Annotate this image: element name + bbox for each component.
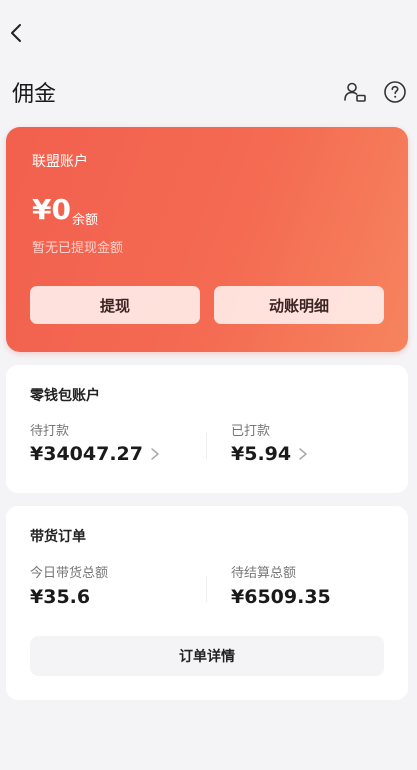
orders-card: 带货订单 今日带货总额 ¥35.6 待结算总额 ¥6509.35 订单详情 [6,506,408,700]
today-sales-label: 今日带货总额 [30,566,109,581]
pending-payment-value[interactable]: ¥34047.27 [30,443,161,465]
unsettled-total-value: ¥6509.35 [231,586,331,608]
help-icon[interactable] [383,80,407,104]
column-divider [206,576,207,602]
paid-value[interactable]: ¥5.94 [231,443,309,465]
transaction-details-button[interactable]: 动账明细 [214,286,384,324]
chevron-right-icon [151,448,159,460]
paid-amount: ¥5.94 [231,443,292,465]
page-title: 佣金 [12,82,57,107]
column-divider [206,433,207,459]
pending-payment-label: 待打款 [30,424,70,439]
paid-label: 已打款 [231,424,271,439]
chevron-right-icon [299,448,307,460]
alliance-balance-amount: ¥0 [32,193,71,226]
withdraw-note: 暂无已提现金额 [32,241,124,256]
person-card-icon[interactable] [343,80,367,104]
orders-title: 带货订单 [30,529,86,545]
withdraw-button[interactable]: 提现 [30,286,200,324]
balance-label: 余额 [72,213,99,228]
back-arrow-icon[interactable] [6,20,28,46]
alliance-account-card: 联盟账户 ¥0 余额 暂无已提现金额 提现 动账明细 [6,127,408,352]
wallet-account-card: 零钱包账户 待打款 ¥34047.27 已打款 ¥5.94 [6,365,408,493]
today-sales-value: ¥35.6 [30,586,91,608]
alliance-account-label: 联盟账户 [32,154,88,170]
pending-payment-amount: ¥34047.27 [30,443,143,465]
order-details-button[interactable]: 订单详情 [30,636,384,676]
wallet-account-title: 零钱包账户 [30,388,100,404]
unsettled-total-label: 待结算总额 [231,566,297,581]
top-bar [0,0,417,60]
